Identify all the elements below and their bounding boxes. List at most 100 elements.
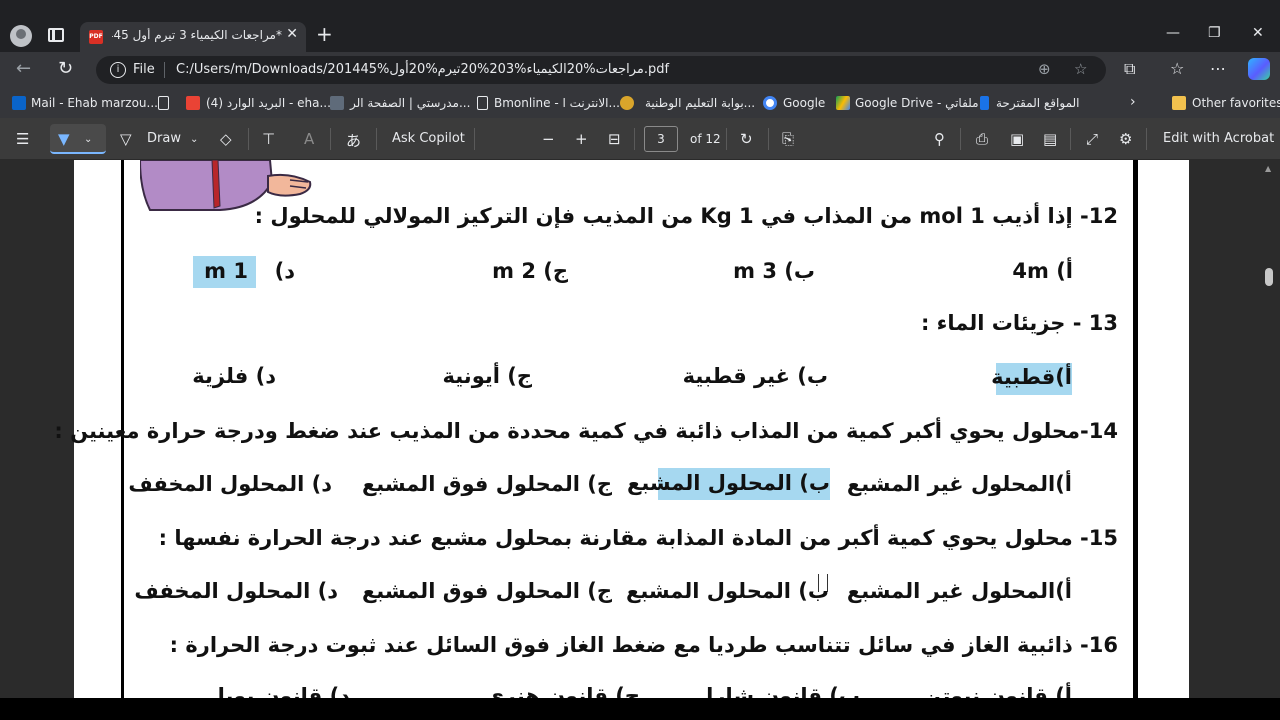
bookmark-bmonline[interactable]: Bmonline - الانترنت ا... <box>494 96 620 110</box>
favorites-icon[interactable]: ☆ <box>1170 59 1184 78</box>
q14-option-c: ج) المحلول فوق المشبع <box>361 472 612 496</box>
q15-option-b: ب) المحلول المشبع <box>625 579 829 603</box>
read-aloud-icon[interactable]: A <box>304 130 314 148</box>
q15-option-d: د) المحلول المخفف <box>134 579 338 603</box>
search-icon[interactable]: ⚲ <box>934 130 945 148</box>
restore-icon[interactable]: ❐ <box>1208 25 1221 41</box>
rotate-icon[interactable]: ↻ <box>740 130 753 148</box>
back-icon[interactable]: ← <box>16 58 31 79</box>
copilot-icon[interactable] <box>1248 58 1270 80</box>
q12-option-a: أ) 4m <box>1012 259 1073 283</box>
pdf-favicon-icon: PDF <box>89 30 103 44</box>
q13-option-d: د) فلزية <box>192 364 276 388</box>
save-as-icon[interactable]: ▤ <box>1043 130 1057 148</box>
toolbar-divider <box>1070 128 1071 150</box>
bookmark-madrasati[interactable]: مدرستي | الصفحة الر... <box>350 96 470 110</box>
page-total: of 12 <box>690 132 721 146</box>
q12-option-b: ب) 3 m <box>733 259 815 283</box>
page-icon[interactable] <box>158 96 169 110</box>
bookmark-suggested[interactable]: المواقع المقترحة <box>996 96 1080 110</box>
question-13: 13 - جزيئات الماء : <box>920 311 1118 335</box>
text-box-icon[interactable]: ⊤ <box>262 130 275 148</box>
draw-icon: ▽ <box>120 130 132 148</box>
address-divider <box>164 62 165 78</box>
question-14: 14-محلول يحوي أكبر كمية من المذاب ذائبة … <box>54 419 1118 443</box>
q13-option-b: ب) غير قطبية <box>682 364 828 388</box>
edit-with-acrobat-button[interactable]: Edit with Acrobat <box>1163 131 1274 146</box>
bookmarks-overflow-icon[interactable]: › <box>1130 94 1136 110</box>
question-12: 12- إذا أذيب 1 mol من المذاب في Kg 1 من … <box>254 204 1118 228</box>
q14-option-a: أ)المحلول غير المشبع <box>846 472 1072 496</box>
save-icon[interactable]: ▣ <box>1010 130 1024 148</box>
draw-button[interactable]: Draw <box>147 131 181 146</box>
bookmark-ein[interactable]: بوابة التعليم الوطنية... <box>645 96 755 110</box>
extensions-icon[interactable]: ⧉ <box>1124 59 1135 79</box>
toolbar-divider <box>960 128 961 150</box>
profile-avatar[interactable] <box>10 25 32 47</box>
toolbar-divider <box>376 128 377 150</box>
google-icon <box>763 96 777 110</box>
toolbar-divider <box>474 128 475 150</box>
chevron-down-icon[interactable]: ⌄ <box>84 134 92 145</box>
q12-option-d-highlighted: 1 m <box>193 256 256 288</box>
scheme-label: File <box>133 62 155 77</box>
page-icon <box>477 96 488 110</box>
vertical-scrollbar[interactable] <box>1262 160 1276 698</box>
page-view-icon[interactable]: ⎘ <box>782 130 794 148</box>
tab-active[interactable]: PDF *مراجعات الكيمياء 3 تيرم أول 1445.pd… <box>80 22 306 52</box>
translate-icon[interactable]: あ <box>346 130 361 151</box>
chevron-down-icon[interactable]: ⌄ <box>190 134 198 145</box>
page-number-input[interactable]: 3 <box>644 126 678 152</box>
q15-option-a: أ)المحلول غير المشبع <box>846 579 1072 603</box>
q15-option-c: ج) المحلول فوق المشبع <box>361 579 612 603</box>
zoom-out-icon[interactable]: − <box>542 130 555 148</box>
toolbar-divider <box>1146 128 1147 150</box>
toolbar-divider <box>726 128 727 150</box>
erase-icon[interactable]: ◇ <box>220 130 232 148</box>
drive-icon <box>836 96 850 110</box>
info-icon[interactable]: i <box>110 62 126 78</box>
bookmark-gmail[interactable]: (4) البريد الوارد - eha... <box>206 96 331 110</box>
zoom-in-icon[interactable]: + <box>575 130 588 148</box>
new-tab-icon[interactable]: + <box>316 22 333 46</box>
folder-icon <box>1172 96 1186 110</box>
bookmark-drive[interactable]: Google Drive - ملفاتي <box>855 96 979 110</box>
contents-icon[interactable]: ☰ <box>16 130 29 148</box>
fit-page-icon[interactable]: ⊟ <box>608 130 621 148</box>
question-16: 16- ذائبية الغاز في سائل تتناسب طرديا مع… <box>169 633 1118 657</box>
bookmark-google[interactable]: Google <box>783 96 825 110</box>
outlook-icon <box>12 96 26 110</box>
gmail-icon <box>186 96 200 110</box>
print-icon[interactable]: ⎙ <box>976 130 988 148</box>
q14-option-b-highlighted: ب) المحلول المشبع <box>627 468 830 500</box>
toolbar-divider <box>248 128 249 150</box>
zoom-icon[interactable]: ⊕ <box>1038 60 1051 78</box>
tab-close-icon[interactable]: ✕ <box>286 26 298 42</box>
q12-option-c: ج) 2 m <box>492 259 568 283</box>
q13-option-c: ج) أيونية <box>442 364 533 388</box>
refresh-icon[interactable]: ↻ <box>58 58 73 79</box>
toolbar-divider <box>768 128 769 150</box>
settings-gear-icon[interactable]: ⚙ <box>1119 130 1132 148</box>
scroll-thumb[interactable] <box>1265 268 1273 286</box>
favorite-star-icon[interactable]: ☆ <box>1074 60 1087 78</box>
ein-icon <box>620 96 634 110</box>
fullscreen-icon[interactable]: ⤢ <box>1086 130 1098 148</box>
tab-title: *مراجعات الكيمياء 3 تيرم أول 1445.pdf <box>112 28 282 42</box>
q13-option-a-highlighted: أ)قطبية <box>991 363 1072 395</box>
bookmark-other-favorites[interactable]: Other favorites <box>1192 96 1280 110</box>
ask-copilot-button[interactable]: Ask Copilot <box>392 131 465 146</box>
text-cursor <box>818 574 828 592</box>
bookmark-mail[interactable]: Mail - Ehab marzou... <box>31 96 158 110</box>
toolbar-divider <box>330 128 331 150</box>
toolbar-divider <box>634 128 635 150</box>
tab-actions-icon[interactable] <box>48 28 64 42</box>
screen-bottom-edge <box>0 698 1280 720</box>
close-window-icon[interactable]: ✕ <box>1252 25 1264 41</box>
url-text[interactable]: C:/Users/m/Downloads/201445%مراجعات%20ال… <box>176 62 669 77</box>
q14-option-d: د) المحلول المخفف <box>128 472 332 496</box>
menu-icon[interactable]: ⋯ <box>1210 59 1226 78</box>
madrasati-icon <box>330 96 344 110</box>
scroll-up-icon[interactable]: ▲ <box>1265 164 1271 173</box>
minimize-icon[interactable]: — <box>1166 25 1180 41</box>
